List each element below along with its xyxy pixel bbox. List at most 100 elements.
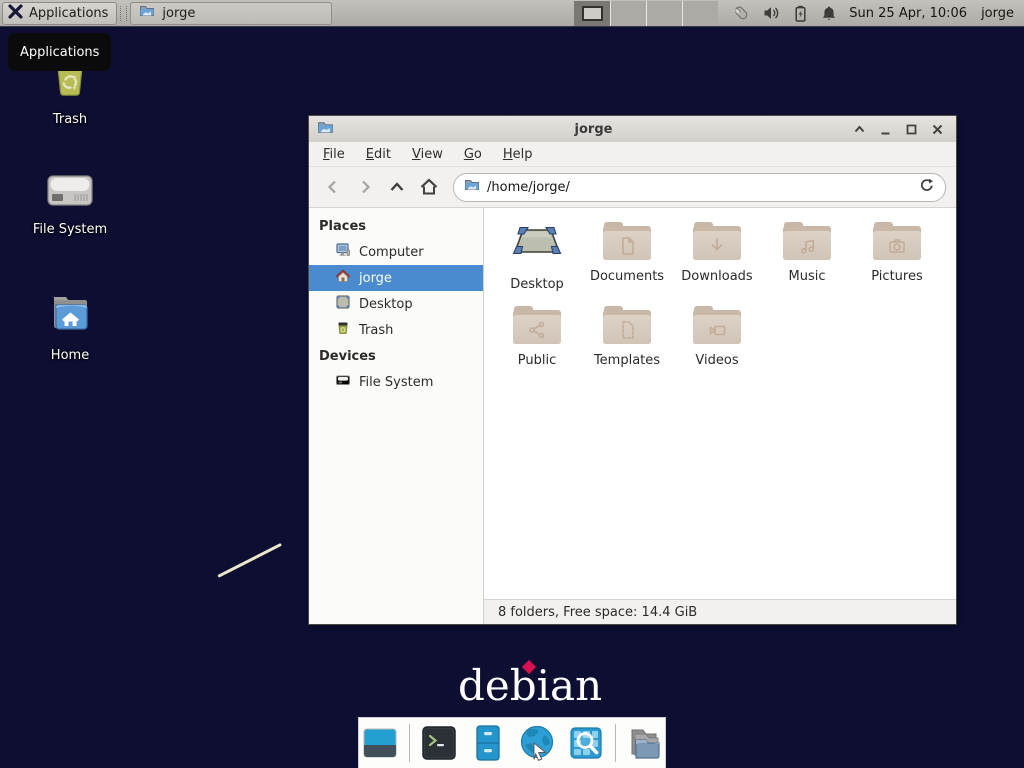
folder-item-downloads[interactable]: Downloads <box>672 222 762 292</box>
trash-small-icon <box>335 320 351 340</box>
top-panel: Applications jorge <box>0 0 1024 27</box>
folder-documents-icon <box>603 222 651 260</box>
sidebar-item-label: Trash <box>359 323 393 338</box>
folder-item-label: Templates <box>594 353 660 368</box>
sidebar-item-trash[interactable]: Trash <box>309 317 483 343</box>
minimize-button[interactable] <box>879 123 892 136</box>
notifications-bell-icon[interactable] <box>821 5 837 22</box>
workspace-1[interactable] <box>574 1 610 26</box>
desktop-pad-icon <box>511 222 563 268</box>
folder-item-documents[interactable]: Documents <box>582 222 672 292</box>
menu-help[interactable]: Help <box>503 147 533 162</box>
desktop-places-icon <box>335 294 351 314</box>
folder-videos-icon <box>693 306 741 344</box>
battery-charging-icon[interactable] <box>793 5 808 22</box>
window-folder-icon[interactable] <box>317 119 334 140</box>
volume-icon[interactable] <box>763 5 780 21</box>
folder-item-label: Public <box>518 353 556 368</box>
menubar: File Edit View Go Help <box>309 142 956 167</box>
sidebar: Places Computer jorge <box>309 208 484 624</box>
files-pane: Desktop Documents Downloads <box>484 208 956 624</box>
xorg-logo-icon <box>7 3 24 24</box>
path-text[interactable]: /home/jorge/ <box>487 180 912 195</box>
folder-item-desktop[interactable]: Desktop <box>492 222 582 292</box>
workspace-3[interactable] <box>646 1 682 26</box>
shade-button[interactable] <box>853 123 866 136</box>
terminal-icon[interactable] <box>419 723 459 763</box>
folder-item-label: Desktop <box>510 277 564 292</box>
folder-item-label: Downloads <box>681 269 752 284</box>
application-finder-icon[interactable] <box>566 723 606 763</box>
folder-item-templates[interactable]: Templates <box>582 306 672 368</box>
folder-item-label: Documents <box>590 269 664 284</box>
location-bar[interactable]: /home/jorge/ <box>453 173 946 202</box>
hard-drive-icon <box>45 167 95 217</box>
desktop-icon-label: Home <box>51 348 89 363</box>
desktop-icon-label: Trash <box>53 112 87 127</box>
workspace-2[interactable] <box>610 1 646 26</box>
directory-menu-icon[interactable] <box>625 723 665 763</box>
computer-icon <box>335 242 351 262</box>
taskbar-window-label: jorge <box>162 6 195 21</box>
forward-button[interactable] <box>351 173 379 201</box>
folder-item-public[interactable]: Public <box>492 306 582 368</box>
applications-tooltip: Applications <box>8 33 111 71</box>
desktop-icon-label: File System <box>33 222 107 237</box>
panel-handle[interactable] <box>120 6 127 21</box>
panel-clock[interactable]: Sun 25 Apr, 10:06 <box>849 6 967 21</box>
applications-menu-label: Applications <box>29 6 108 21</box>
mouse-icon[interactable] <box>732 4 750 22</box>
menu-edit[interactable]: Edit <box>366 147 391 162</box>
show-desktop-icon[interactable] <box>360 723 400 763</box>
menu-go[interactable]: Go <box>464 147 482 162</box>
desktop: Applications jorge <box>0 0 1024 768</box>
sidebar-item-computer[interactable]: Computer <box>309 239 483 265</box>
stray-line-artifact <box>217 543 282 578</box>
sidebar-item-file-system[interactable]: File System <box>309 369 483 395</box>
sidebar-item-label: Desktop <box>359 297 413 312</box>
files-grid: Desktop Documents Downloads <box>484 208 956 599</box>
window-titlebar[interactable]: jorge <box>309 116 956 142</box>
close-button[interactable] <box>931 123 944 136</box>
folder-pictures-icon <box>873 222 921 260</box>
file-manager-icon[interactable] <box>468 723 508 763</box>
folder-item-label: Music <box>789 269 826 284</box>
menu-file[interactable]: File <box>323 147 345 162</box>
folder-templates-icon <box>603 306 651 344</box>
sidebar-item-label: File System <box>359 375 433 390</box>
dock <box>358 717 666 768</box>
statusbar: 8 folders, Free space: 14.4 GiB <box>484 599 956 624</box>
toolbar: /home/jorge/ <box>309 167 956 208</box>
applications-menu-button[interactable]: Applications <box>2 2 117 25</box>
desktop-icon-home[interactable]: Home <box>14 291 126 363</box>
workspace-switcher <box>574 1 718 26</box>
panel-username: jorge <box>981 6 1014 21</box>
folder-item-label: Pictures <box>871 269 922 284</box>
back-button[interactable] <box>319 173 347 201</box>
folder-public-icon <box>513 306 561 344</box>
user-home-icon <box>335 268 351 288</box>
web-browser-icon[interactable] <box>517 723 557 763</box>
sidebar-item-jorge[interactable]: jorge <box>309 265 483 291</box>
dock-separator <box>615 724 616 762</box>
maximize-button[interactable] <box>905 123 918 136</box>
folder-item-pictures[interactable]: Pictures <box>852 222 942 292</box>
workspace-4[interactable] <box>682 1 718 26</box>
desktop-icon-file-system[interactable]: File System <box>14 167 126 237</box>
folder-music-icon <box>783 222 831 260</box>
folder-item-music[interactable]: Music <box>762 222 852 292</box>
home-button[interactable] <box>415 173 443 201</box>
dock-separator <box>409 724 410 762</box>
home-folder-icon <box>45 291 95 343</box>
folder-item-videos[interactable]: Videos <box>672 306 762 368</box>
sidebar-header-places: Places <box>309 213 483 239</box>
up-button[interactable] <box>383 173 411 201</box>
drive-small-icon <box>335 372 351 392</box>
sidebar-item-label: jorge <box>359 271 392 286</box>
reload-icon[interactable] <box>919 177 935 197</box>
window-title: jorge <box>334 122 853 137</box>
taskbar-window-button[interactable]: jorge <box>130 2 332 25</box>
sidebar-item-desktop[interactable]: Desktop <box>309 291 483 317</box>
menu-view[interactable]: View <box>412 147 443 162</box>
debian-logo: debian <box>458 661 602 710</box>
